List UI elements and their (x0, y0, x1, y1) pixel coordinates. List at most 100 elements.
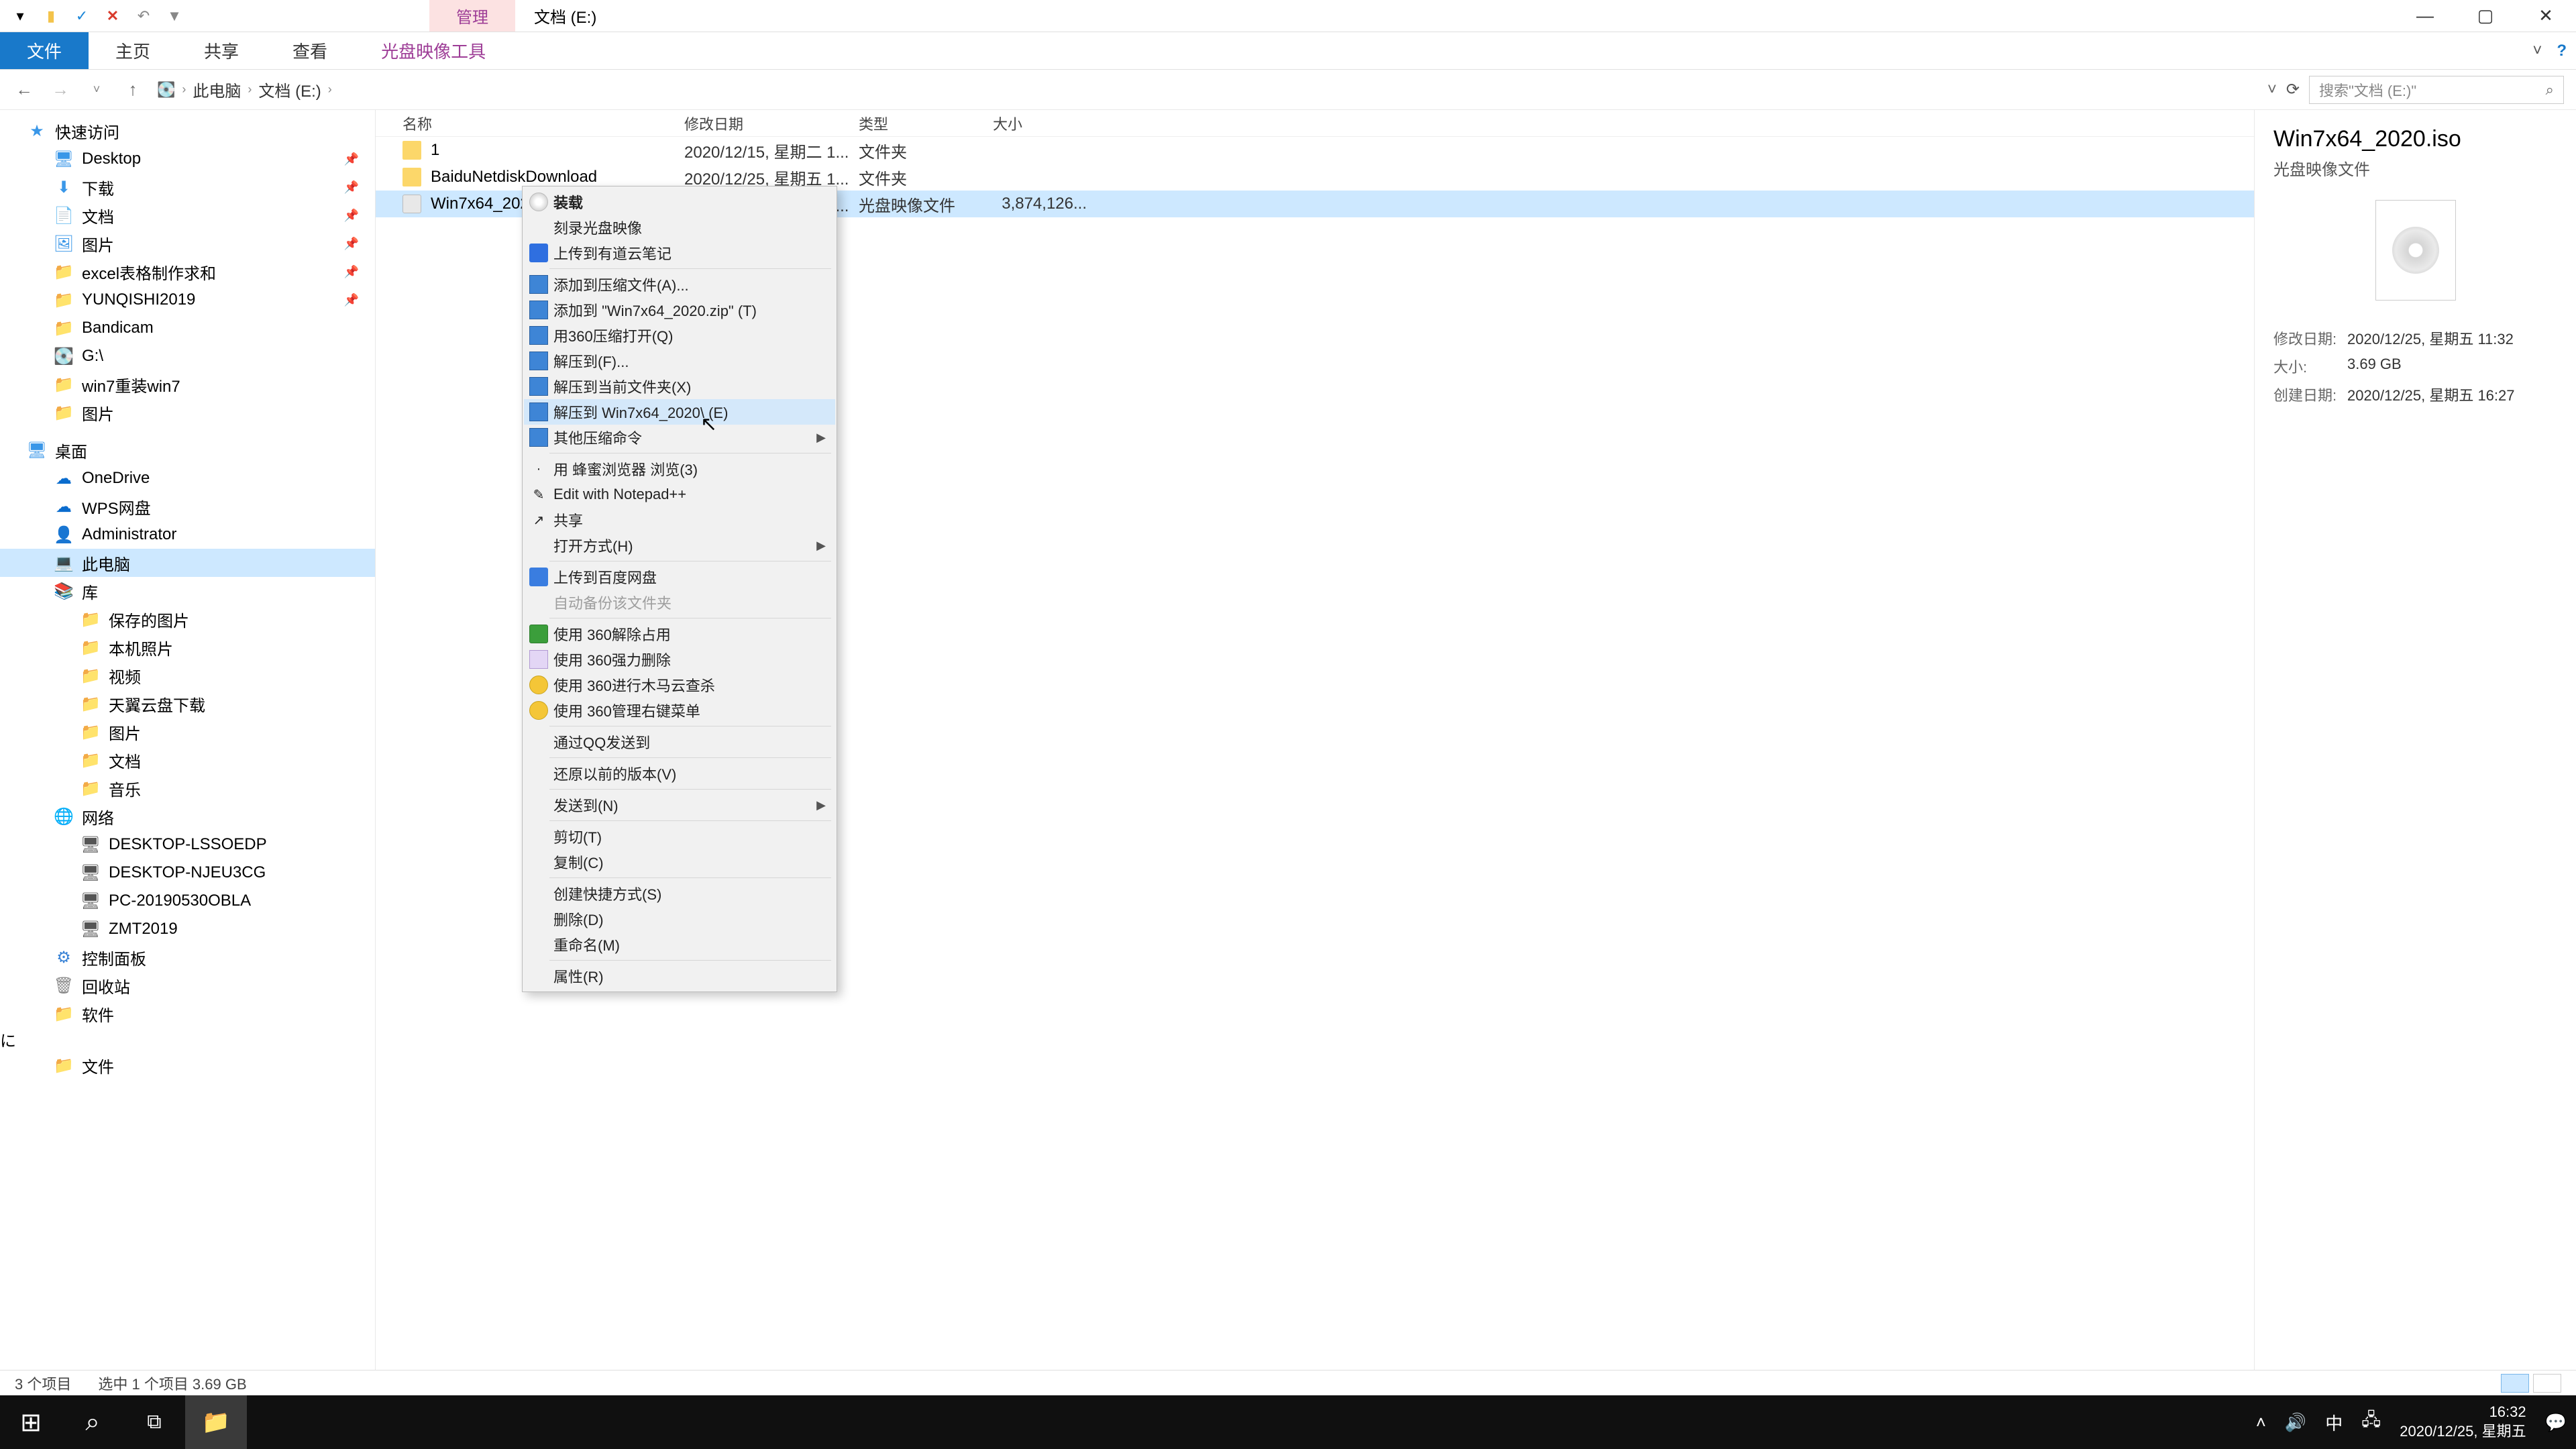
clock[interactable]: 16:32 2020/12/25, 星期五 (2400, 1403, 2526, 1441)
tree-item[interactable]: 视频 (0, 661, 375, 690)
navigation-tree[interactable]: 快速访问 Desktop📌 下载📌 文档📌 图片📌 excel表格制作求和📌 Y… (0, 110, 376, 1370)
help-icon[interactable]: ? (2557, 42, 2567, 60)
tree-item[interactable]: 下载📌 (0, 173, 375, 201)
ribbon-tab-view[interactable]: 查看 (266, 32, 354, 69)
address-dropdown-icon[interactable]: ˅ (2267, 80, 2277, 99)
context-menu-item[interactable]: 打开方式(H)▶ (524, 533, 835, 558)
taskbar[interactable]: ˄ 🔊 中 🖧 16:32 2020/12/25, 星期五 💬 (0, 1395, 2576, 1449)
tree-item[interactable]: 文件 (0, 1051, 375, 1079)
context-menu-item[interactable]: 重命名(M) (524, 932, 835, 957)
up-button[interactable]: ↑ (121, 78, 145, 102)
context-menu-item[interactable]: ✎Edit with Notepad++ (524, 482, 835, 507)
view-icons-button[interactable] (2533, 1374, 2561, 1393)
context-menu-item[interactable]: 装载 (524, 189, 835, 215)
tree-item[interactable]: 天翼云盘下载 (0, 690, 375, 718)
context-menu-item[interactable]: 添加到压缩文件(A)... (524, 272, 835, 297)
tree-item[interactable]: 控制面板 (0, 943, 375, 971)
context-menu-item[interactable]: 创建快捷方式(S) (524, 881, 835, 906)
ribbon-expand-icon[interactable]: ˅ (2532, 42, 2542, 60)
context-menu-item[interactable]: 使用 360解除占用 (524, 621, 835, 647)
recent-dropdown[interactable]: ˅ (85, 78, 109, 102)
context-menu-item[interactable]: 删除(D) (524, 906, 835, 932)
tree-item[interactable]: 图片📌 (0, 229, 375, 258)
crumb-this-pc[interactable]: 此电脑 (193, 78, 241, 101)
forward-button[interactable]: → (48, 78, 72, 102)
tree-item[interactable]: 音乐 (0, 774, 375, 802)
ime-icon[interactable]: 中 (2325, 1410, 2343, 1435)
col-size[interactable]: 大小 (993, 113, 1100, 134)
tree-item[interactable]: YUNQISHI2019📌 (0, 286, 375, 314)
tree-item[interactable]: OneDrive (0, 464, 375, 492)
context-menu-item[interactable]: 复制(C) (524, 849, 835, 875)
context-menu[interactable]: 装载刻录光盘映像上传到有道云笔记添加到压缩文件(A)...添加到 "Win7x6… (522, 186, 837, 992)
tree-item[interactable]: 本机照片 (0, 633, 375, 661)
context-menu-item[interactable]: 共享 (524, 507, 835, 533)
tree-item-this-pc[interactable]: 此电脑 (0, 549, 375, 577)
back-button[interactable]: ← (12, 78, 36, 102)
tree-item[interactable]: 库 (0, 577, 375, 605)
check-icon[interactable]: ✓ (68, 3, 95, 30)
context-menu-item[interactable]: 用360压缩打开(Q) (524, 323, 835, 348)
tree-item[interactable]: Bandicam (0, 314, 375, 342)
ribbon-tab-share[interactable]: 共享 (177, 32, 266, 69)
col-type[interactable]: 类型 (859, 113, 993, 134)
context-menu-item[interactable]: 使用 360管理右键菜单 (524, 698, 835, 723)
context-menu-item[interactable]: 添加到 "Win7x64_2020.zip" (T) (524, 297, 835, 323)
volume-icon[interactable]: 🔊 (2285, 1412, 2306, 1433)
tray-chevron-icon[interactable]: ˄ (2256, 1412, 2266, 1433)
tree-item[interactable]: WPS网盘 (0, 492, 375, 521)
refresh-icon[interactable]: ⟳ (2286, 80, 2300, 99)
tree-item[interactable]: PC-20190530OBLA (0, 887, 375, 915)
col-name[interactable]: 名称 (376, 113, 684, 134)
crumb-location[interactable]: 文档 (E:) (258, 78, 321, 101)
qat-dropdown-icon[interactable]: ▾ (7, 3, 34, 30)
context-menu-item[interactable]: 解压到(F)... (524, 348, 835, 374)
task-view-button[interactable] (123, 1395, 185, 1449)
search-input[interactable]: 搜索"文档 (E:)" ⌕ (2309, 76, 2564, 104)
chevron-right-icon[interactable]: › (248, 83, 252, 97)
tree-network[interactable]: 网络 (0, 802, 375, 830)
ribbon-tab-home[interactable]: 主页 (89, 32, 177, 69)
system-tray[interactable]: ˄ 🔊 中 🖧 16:32 2020/12/25, 星期五 💬 (2256, 1403, 2576, 1441)
context-menu-item[interactable]: 使用 360进行木马云查杀 (524, 672, 835, 698)
tree-item[interactable]: 文档 (0, 746, 375, 774)
qat-more-icon[interactable]: ▼ (161, 3, 188, 30)
context-menu-item[interactable]: 使用 360强力删除 (524, 647, 835, 672)
taskbar-explorer-button[interactable] (185, 1395, 247, 1449)
tree-item[interactable]: excel表格制作求和📌 (0, 258, 375, 286)
tree-item[interactable]: ZMT2019 (0, 915, 375, 943)
ribbon-tab-disc-tools[interactable]: 光盘映像工具 (354, 32, 513, 69)
chevron-right-icon[interactable]: › (328, 83, 332, 97)
network-icon[interactable]: 🖧 (2361, 1407, 2381, 1437)
tree-item[interactable]: 保存的图片 (0, 605, 375, 633)
undo-icon[interactable]: ↶ (130, 3, 157, 30)
tree-item[interactable]: 图片 (0, 718, 375, 746)
file-row[interactable]: 12020/12/15, 星期二 1...文件夹 (376, 137, 2254, 164)
column-headers[interactable]: 名称 修改日期 类型 大小 (376, 110, 2254, 137)
tree-item[interactable]: Desktop📌 (0, 145, 375, 173)
contextual-tab-manage[interactable]: 管理 (429, 0, 515, 32)
minimize-button[interactable]: — (2395, 0, 2455, 32)
tree-item[interactable]: 图片 (0, 398, 375, 427)
breadcrumb[interactable]: 💽 › 此电脑 › 文档 (E:) › (157, 78, 2255, 101)
context-menu-item[interactable]: 上传到有道云笔记 (524, 240, 835, 266)
context-menu-item[interactable]: 剪切(T) (524, 824, 835, 849)
context-menu-item[interactable]: 属性(R) (524, 963, 835, 989)
context-menu-item[interactable]: 上传到百度网盘 (524, 564, 835, 590)
tree-quick-access[interactable]: 快速访问 (0, 117, 375, 145)
taskbar-search-button[interactable] (62, 1395, 123, 1449)
tree-item[interactable]: 软件 (0, 1000, 375, 1028)
close-red-icon[interactable]: ✕ (99, 3, 126, 30)
ribbon-tab-file[interactable]: 文件 (0, 32, 89, 69)
close-button[interactable]: ✕ (2516, 0, 2576, 32)
context-menu-item[interactable]: 其他压缩命令▶ (524, 425, 835, 450)
action-center-icon[interactable]: 💬 (2545, 1412, 2567, 1433)
start-button[interactable] (0, 1395, 62, 1449)
col-date[interactable]: 修改日期 (684, 113, 859, 134)
context-menu-item[interactable]: 解压到当前文件夹(X) (524, 374, 835, 399)
tree-item[interactable]: DESKTOP-LSSOEDP (0, 830, 375, 859)
context-menu-item[interactable]: 发送到(N)▶ (524, 792, 835, 818)
tree-item[interactable]: 回收站 (0, 971, 375, 1000)
context-menu-item[interactable]: 还原以前的版本(V) (524, 761, 835, 786)
tree-item[interactable]: win7重装win7 (0, 370, 375, 398)
